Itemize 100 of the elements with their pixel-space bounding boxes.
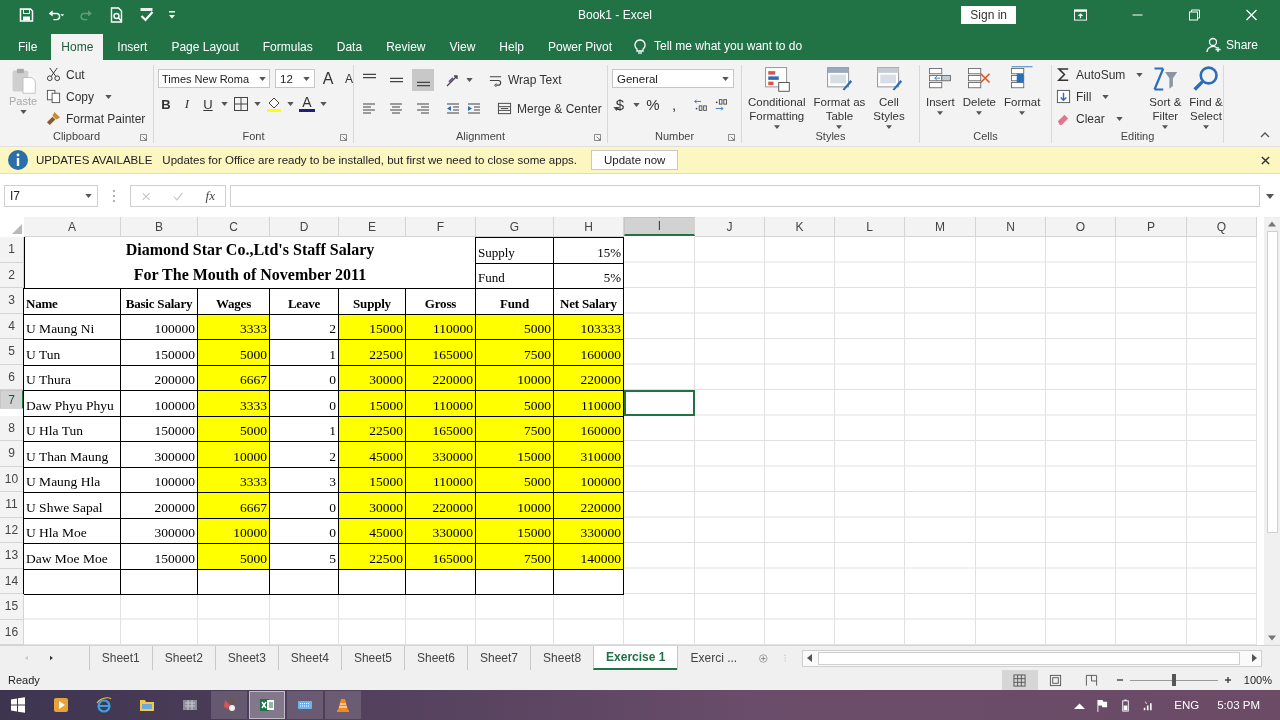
share-button[interactable]: Share bbox=[1205, 37, 1258, 53]
clear-button[interactable]: Clear bbox=[1056, 109, 1144, 128]
calculator-icon[interactable] bbox=[182, 697, 198, 713]
fill-color-icon[interactable] bbox=[266, 96, 282, 112]
ribbon-tab[interactable]: Help bbox=[489, 34, 534, 60]
row-header[interactable]: 3 bbox=[0, 288, 24, 314]
row-header[interactable]: 15 bbox=[0, 594, 24, 620]
row-header[interactable]: 5 bbox=[0, 339, 24, 365]
styles-button[interactable]: Format as Table bbox=[811, 65, 868, 129]
horizontal-scrollbar[interactable] bbox=[802, 649, 1262, 667]
decrease-decimal-icon[interactable] bbox=[714, 96, 730, 113]
column-header[interactable]: G bbox=[476, 217, 554, 237]
language-indicator[interactable]: ENG bbox=[1174, 699, 1200, 711]
ribbon-tab[interactable]: Data bbox=[326, 34, 373, 60]
signal-icon[interactable] bbox=[1143, 698, 1155, 712]
row-header[interactable]: 2 bbox=[0, 262, 24, 288]
scroll-down-icon[interactable] bbox=[1268, 635, 1276, 641]
column-header[interactable]: D bbox=[270, 217, 339, 237]
next-sheet-icon[interactable] bbox=[49, 654, 53, 662]
sheet-tab[interactable]: Exercise 1 bbox=[593, 646, 678, 670]
formula-input[interactable] bbox=[230, 185, 1260, 207]
name-box[interactable]: I7 bbox=[4, 185, 98, 207]
column-header[interactable]: M bbox=[905, 217, 976, 237]
font-color-button[interactable]: A bbox=[299, 96, 315, 112]
format-painter-button[interactable]: Format Painter bbox=[46, 109, 146, 128]
column-header[interactable]: O bbox=[1046, 217, 1116, 237]
normal-view-button[interactable] bbox=[1001, 670, 1038, 690]
battery-icon[interactable] bbox=[1120, 698, 1132, 712]
zoom-out-icon[interactable] bbox=[1115, 676, 1124, 684]
traffic-cone-app-icon[interactable] bbox=[325, 691, 361, 719]
scroll-left-icon[interactable] bbox=[807, 654, 812, 662]
vertical-scrollbar[interactable] bbox=[1264, 217, 1280, 645]
print-preview-icon[interactable] bbox=[108, 7, 125, 23]
windows-start-icon[interactable] bbox=[10, 697, 26, 713]
column-header[interactable]: C bbox=[198, 217, 270, 237]
copy-button[interactable]: Copy bbox=[46, 87, 146, 106]
styles-button[interactable]: Conditional Formatting bbox=[746, 65, 808, 129]
ribbon-tab[interactable]: File bbox=[0, 34, 48, 60]
ribbon-tab[interactable]: View bbox=[439, 34, 486, 60]
font-name-dropdown[interactable]: Times New Roma bbox=[158, 69, 270, 88]
update-now-button[interactable]: Update now bbox=[591, 150, 679, 170]
column-header[interactable]: B bbox=[121, 217, 198, 237]
vertical-align-button[interactable] bbox=[412, 69, 434, 91]
ribbon-display-icon[interactable] bbox=[1074, 9, 1087, 21]
number-format-dropdown[interactable]: General bbox=[612, 69, 734, 88]
tell-me-search[interactable]: Tell me what you want to do bbox=[654, 39, 803, 53]
row-header[interactable]: 14 bbox=[0, 568, 24, 594]
restore-icon[interactable] bbox=[1188, 9, 1201, 21]
undo-icon[interactable] bbox=[48, 7, 65, 23]
ribbon-tab[interactable]: Insert bbox=[107, 34, 158, 60]
close-icon[interactable] bbox=[1261, 155, 1270, 165]
media-player-icon[interactable] bbox=[53, 697, 69, 713]
expand-caret-icon[interactable] bbox=[1266, 193, 1274, 199]
insert-function-button[interactable]: fx bbox=[205, 188, 215, 204]
drag-handle-icon[interactable] bbox=[112, 189, 116, 203]
column-header[interactable]: Q bbox=[1187, 217, 1257, 237]
row-header[interactable]: 11 bbox=[0, 492, 24, 518]
column-header[interactable]: H bbox=[554, 217, 624, 237]
increase-font-button[interactable]: A bbox=[320, 69, 336, 88]
checkmark-icon[interactable] bbox=[173, 190, 184, 202]
percent-button[interactable]: % bbox=[645, 96, 661, 113]
ribbon-tab[interactable]: Home bbox=[51, 34, 104, 60]
column-header[interactable]: N bbox=[976, 217, 1046, 237]
customize-caret-icon[interactable] bbox=[168, 10, 176, 20]
column-header[interactable]: L bbox=[835, 217, 905, 237]
excel-app-icon[interactable] bbox=[249, 691, 285, 719]
cells-button[interactable]: Format bbox=[1002, 65, 1043, 115]
sign-in-button[interactable]: Sign in bbox=[961, 6, 1016, 24]
decrease-indent-icon[interactable] bbox=[445, 100, 461, 117]
column-header[interactable]: J bbox=[695, 217, 765, 237]
zoom-in-icon[interactable] bbox=[1223, 676, 1232, 684]
row-header[interactable]: 8 bbox=[0, 415, 24, 441]
selected-cell[interactable] bbox=[624, 390, 695, 416]
scroll-up-icon[interactable] bbox=[1268, 221, 1276, 227]
clock[interactable]: 5:03 PM bbox=[1217, 699, 1260, 711]
column-header[interactable]: I bbox=[624, 217, 695, 236]
fill-button[interactable]: Fill bbox=[1056, 87, 1144, 106]
folder-icon[interactable] bbox=[139, 697, 155, 713]
bold-button[interactable]: B bbox=[158, 96, 174, 112]
column-header[interactable]: A bbox=[24, 217, 121, 237]
row-header[interactable]: 10 bbox=[0, 466, 24, 492]
scroll-right-icon[interactable] bbox=[1252, 654, 1257, 662]
row-header[interactable]: 13 bbox=[0, 543, 24, 569]
spelling-check-icon[interactable] bbox=[138, 7, 155, 23]
comma-button[interactable]: , bbox=[666, 96, 682, 113]
underline-button[interactable]: U bbox=[200, 96, 216, 112]
slider-thumb[interactable] bbox=[1171, 674, 1176, 686]
save-icon[interactable] bbox=[18, 7, 35, 23]
wrap-text-button[interactable]: Wrap Text bbox=[488, 70, 562, 90]
ribbon-tab[interactable]: Review bbox=[376, 34, 436, 60]
dialog-launcher-icon[interactable] bbox=[340, 134, 347, 141]
paint-app-icon[interactable] bbox=[211, 691, 247, 719]
decrease-font-button[interactable]: A bbox=[341, 71, 357, 86]
browser-icon[interactable] bbox=[96, 697, 112, 713]
row-header[interactable]: 4 bbox=[0, 313, 24, 339]
row-header[interactable]: 6 bbox=[0, 364, 24, 390]
zoom-level[interactable]: 100% bbox=[1243, 674, 1272, 686]
cells-button[interactable]: Insert bbox=[924, 65, 957, 115]
column-header[interactable]: F bbox=[406, 217, 476, 237]
borders-icon[interactable] bbox=[233, 96, 249, 112]
